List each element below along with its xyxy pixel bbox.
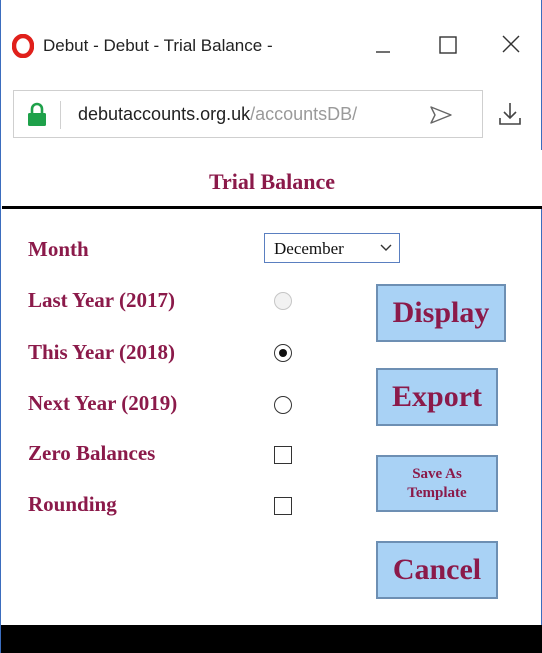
rounding-label: Rounding (28, 492, 117, 516)
save-as-template-line1: Save As (412, 466, 462, 482)
this-year-radio[interactable] (274, 344, 292, 362)
last-year-label: Last Year (2017) (28, 288, 175, 312)
footer-bar (1, 625, 542, 653)
address-separator (60, 101, 61, 129)
page-header: Trial Balance (2, 150, 542, 206)
rounding-checkbox[interactable] (274, 497, 292, 515)
close-icon[interactable] (491, 28, 531, 64)
minimize-icon[interactable] (363, 28, 403, 64)
last-year-radio[interactable] (274, 292, 292, 310)
radio-selected-dot (279, 349, 287, 357)
maximize-icon[interactable] (429, 28, 469, 64)
save-as-template-button[interactable]: Save As Template (376, 455, 498, 512)
month-select-value: December (274, 239, 344, 258)
cancel-button[interactable]: Cancel (376, 541, 498, 599)
download-icon[interactable] (497, 100, 523, 128)
browser-window: Debut - Debut - Trial Balance - debutacc… (0, 0, 542, 653)
zero-balances-checkbox[interactable] (274, 446, 292, 464)
header-divider (2, 206, 542, 209)
send-icon[interactable] (428, 104, 454, 126)
this-year-label: This Year (2018) (28, 340, 175, 364)
display-button[interactable]: Display (376, 284, 506, 342)
next-year-radio[interactable] (274, 396, 292, 414)
chevron-down-icon (380, 244, 392, 251)
zero-balances-label: Zero Balances (28, 441, 156, 465)
title-bar: Debut - Debut - Trial Balance - (1, 0, 542, 88)
url-path: /accountsDB/ (250, 104, 358, 124)
page-title: Trial Balance (208, 169, 336, 194)
address-bar[interactable]: debutaccounts.org.uk/accountsDB/ (13, 90, 483, 138)
lock-icon (28, 102, 46, 126)
month-label: Month (28, 237, 89, 261)
url-host: debutaccounts.org.uk (78, 104, 251, 124)
opera-logo-icon (12, 34, 34, 58)
next-year-label: Next Year (2019) (28, 391, 178, 415)
url-text[interactable]: debutaccounts.org.uk/accountsDB/ (78, 104, 423, 125)
month-select[interactable]: December (264, 233, 400, 263)
save-as-template-line2: Template (407, 485, 467, 501)
window-title: Debut - Debut - Trial Balance - (43, 36, 273, 55)
export-button[interactable]: Export (376, 368, 498, 426)
